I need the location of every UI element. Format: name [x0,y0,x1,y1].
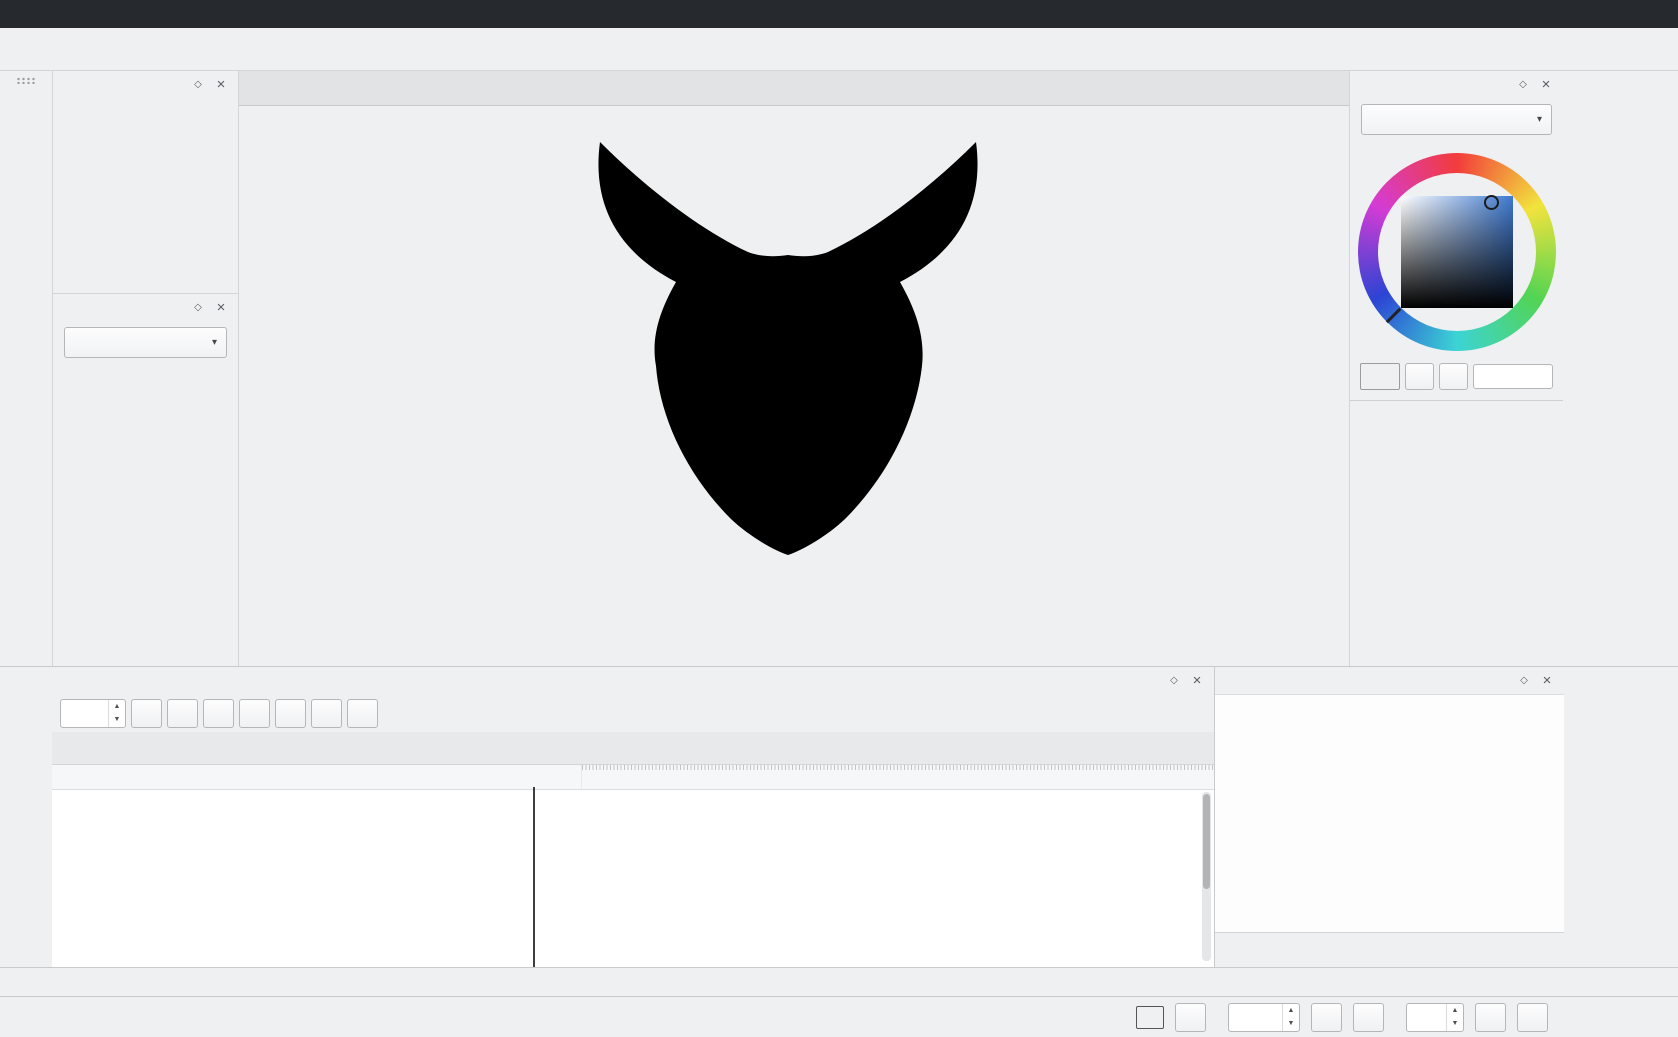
frame-spinbox[interactable]: ▲▼ [60,699,126,728]
close-panel-button[interactable]: × [213,77,229,93]
sv-selector[interactable] [1484,195,1499,210]
layers-panel: ◇ × [1214,667,1564,967]
zoom-spin-arrows[interactable]: ▲▼ [1282,1004,1299,1031]
first-frame-button[interactable] [203,699,234,728]
timeline-panel: ◇ × ▲▼ [52,667,1214,967]
playback-controls: ▲▼ [52,694,1214,732]
head-shape[interactable] [598,142,977,555]
float-panel-button[interactable]: ◇ [190,300,206,316]
tool-strip [0,71,53,666]
previous-frame-button[interactable] [239,699,270,728]
angle-spin-arrows[interactable]: ▲▼ [1446,1004,1463,1031]
palette-button[interactable] [1405,363,1434,390]
timeline-header-row [52,765,1214,790]
angle-value [1407,1004,1446,1031]
left-dock: ◇ × ◇ × ▾ [53,71,239,666]
timeline-tabbar [52,732,1214,764]
tool-options-panel: ◇ × [53,71,238,294]
layers-footer-toolbar [1215,932,1564,967]
saturation-value-square[interactable] [1401,196,1513,308]
reset-rotation-button[interactable] [1475,1003,1506,1032]
canvas-viewport[interactable] [239,106,1349,666]
onion-skin-button[interactable] [1517,1003,1548,1032]
hex-color-input[interactable] [1473,364,1553,389]
float-panel-button[interactable]: ◇ [1516,673,1532,689]
empty-dock-space [1564,667,1678,967]
next-frame-button[interactable] [275,699,306,728]
bottom-dock: ◇ × ▲▼ [0,666,1678,967]
main-area: ◇ × ◇ × ▾ [0,71,1678,666]
close-panel-button[interactable]: × [213,300,229,316]
current-color-swatch[interactable] [1136,1006,1164,1029]
frame-value [61,700,108,727]
timeline-filler [52,790,1214,967]
align-button-grid [53,362,238,386]
nostril-right-shape[interactable] [801,477,820,496]
timeline-scrollbar[interactable] [1202,792,1211,961]
last-frame-button[interactable] [311,699,342,728]
loop-button[interactable] [167,699,198,728]
menubar [0,0,1678,28]
row-controls-header [52,765,141,789]
gradient-swatch-button[interactable] [1360,363,1400,390]
zoom-spinbox[interactable]: ▲▼ [1228,1003,1300,1032]
statusbar: ▲▼ ▲▼ [0,996,1678,1037]
frame-spin-arrows[interactable]: ▲▼ [108,700,125,727]
float-panel-button[interactable]: ◇ [1515,77,1531,93]
fill-stroke-tabs [1350,400,1563,401]
artwork-svg[interactable] [549,114,1029,594]
layer-list [1215,694,1564,932]
value-column-header [349,765,581,789]
chevron-down-icon: ▾ [1537,114,1542,125]
color-model-dropdown[interactable]: ▾ [1361,104,1552,135]
float-panel-button[interactable]: ◇ [1166,673,1182,689]
document-tabbar [239,71,1349,106]
angle-spinbox[interactable]: ▲▼ [1406,1003,1464,1032]
timeline-table [52,764,1214,967]
play-button[interactable] [131,699,162,728]
eye-right-shape[interactable] [824,309,842,377]
float-panel-button[interactable]: ◇ [190,77,206,93]
empty-dock-space [1563,71,1678,666]
record-keyframe-button[interactable] [347,699,378,728]
artboard[interactable] [549,114,1029,594]
fill-panel: ◇ × ▾ [1349,71,1563,666]
glaxnimate-window: { "app": {"bg": "#eff0f1", "accent": "#3… [0,0,1678,1037]
zoom-value [1229,1004,1282,1031]
close-panel-button[interactable]: × [1539,673,1555,689]
zoom-fit-button[interactable] [1353,1003,1384,1032]
dock-tab-row [0,967,1678,996]
nostril-left-shape[interactable] [758,477,777,496]
snap-grid-button[interactable] [1175,1003,1206,1032]
chevron-down-icon: ▾ [212,337,217,348]
main-toolbar [0,28,1678,71]
canvas-area [239,71,1349,666]
timeline-ruler[interactable] [581,765,1214,789]
color-wheel[interactable] [1358,153,1556,351]
close-panel-button[interactable]: × [1189,673,1205,689]
eye-left-shape[interactable] [734,309,752,377]
clear-color-button[interactable] [1439,363,1468,390]
color-swatch-row [1350,363,1563,398]
scrollbar-thumb[interactable] [1203,794,1210,889]
close-panel-button[interactable]: × [1538,77,1554,93]
zoom-actual-button[interactable] [1311,1003,1342,1032]
align-panel: ◇ × ▾ [53,294,238,386]
toolstrip-drag-handle[interactable] [16,77,36,84]
align-target-dropdown[interactable]: ▾ [64,327,227,358]
name-column-header [141,765,349,789]
